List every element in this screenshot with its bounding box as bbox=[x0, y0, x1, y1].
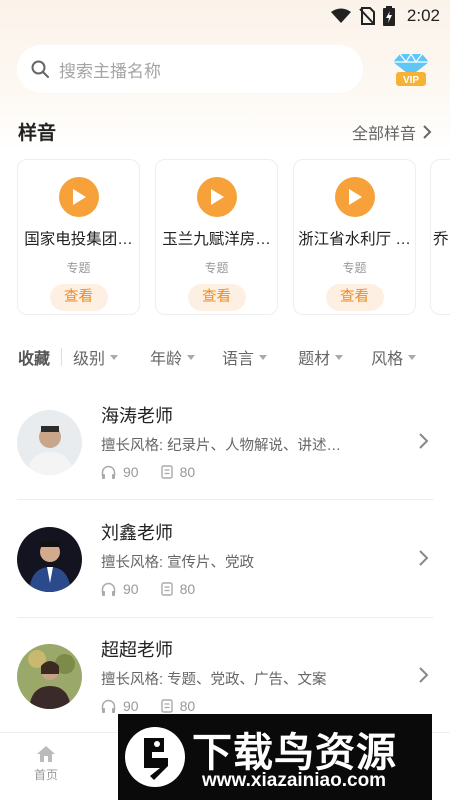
filter-divider bbox=[61, 348, 63, 366]
vip-label: VIP bbox=[403, 75, 419, 86]
view-button[interactable]: 查看 bbox=[187, 284, 246, 311]
home-icon bbox=[37, 746, 55, 762]
list-divider bbox=[17, 617, 434, 618]
filter-age[interactable]: 年龄 bbox=[150, 345, 196, 369]
watermark: 下载鸟资源 www.xiazainiao.com bbox=[118, 714, 432, 800]
caret-down-icon bbox=[408, 354, 417, 360]
list-divider bbox=[17, 499, 434, 500]
samples-title: 样音 bbox=[18, 123, 57, 144]
anchor-stats: 90 80 bbox=[101, 698, 217, 714]
document-icon bbox=[160, 582, 173, 596]
filter-level[interactable]: 级别 bbox=[73, 345, 119, 369]
style-label: 擅长风格: bbox=[101, 672, 164, 688]
caret-down-icon bbox=[335, 354, 344, 360]
listen-count: 90 bbox=[123, 698, 139, 714]
sample-cards: 国家电投集团… 专题 查看 玉兰九赋洋房… 专题 查看 浙江省水利厅 … 专题 … bbox=[17, 159, 450, 315]
filter-label: 语言 bbox=[222, 351, 255, 368]
headphones-icon bbox=[101, 699, 116, 713]
works-count: 80 bbox=[179, 464, 196, 480]
nav-home-label: 首页 bbox=[33, 768, 58, 782]
sample-card[interactable]: 浙江省水利厅 … 专题 查看 bbox=[293, 159, 416, 315]
search-icon bbox=[31, 60, 49, 78]
filter-label: 级别 bbox=[73, 351, 106, 368]
style-value: 专题、党政、广告、文案 bbox=[167, 672, 327, 688]
play-icon[interactable] bbox=[58, 177, 99, 217]
style-value: 纪录片、人物解说、讲述… bbox=[167, 438, 342, 454]
works-count: 80 bbox=[179, 698, 196, 714]
sample-card-name: 乔 bbox=[433, 231, 449, 248]
status-bar: 2:02 bbox=[0, 0, 450, 32]
vip-diamond-icon: VIP bbox=[393, 52, 429, 86]
watermark-url: www.xiazainiao.com bbox=[202, 770, 387, 791]
headphones-icon bbox=[101, 465, 116, 479]
filter-style[interactable]: 风格 bbox=[371, 345, 417, 369]
search-row: 搜索主播名称 VIP bbox=[17, 44, 434, 94]
anchor-style: 擅长风格: 纪录片、人物解说、讲述… bbox=[101, 434, 341, 455]
sample-card-name: 国家电投集团… bbox=[24, 231, 133, 248]
filter-bar: 收藏 级别 年龄 语言 题材 风格 bbox=[18, 345, 432, 369]
chevron-right-icon bbox=[419, 433, 429, 449]
sample-card-tag: 专题 bbox=[342, 261, 367, 275]
wifi-icon bbox=[330, 8, 351, 23]
filter-label: 题材 bbox=[298, 351, 331, 368]
favorites-filter[interactable]: 收藏 bbox=[18, 345, 50, 369]
caret-down-icon bbox=[110, 354, 119, 360]
all-samples-label: 全部样音 bbox=[351, 125, 416, 143]
filter-label: 年龄 bbox=[150, 351, 183, 368]
anchor-stats: 90 80 bbox=[101, 464, 217, 480]
chevron-right-icon bbox=[419, 667, 429, 683]
sample-card-tag: 专题 bbox=[204, 261, 229, 275]
avatar bbox=[17, 527, 82, 592]
listen-count: 90 bbox=[123, 464, 139, 480]
samples-header: 样音 全部样音 bbox=[18, 118, 432, 145]
avatar bbox=[17, 644, 82, 709]
battery-charging-icon bbox=[382, 6, 395, 26]
view-button[interactable]: 查看 bbox=[49, 284, 108, 311]
style-label: 擅长风格: bbox=[101, 438, 164, 454]
filter-topic[interactable]: 题材 bbox=[298, 345, 344, 369]
nav-home[interactable]: 首页 bbox=[28, 745, 64, 783]
anchor-name: 刘鑫老师 bbox=[101, 523, 173, 543]
style-label: 擅长风格: bbox=[101, 555, 164, 571]
caret-down-icon bbox=[259, 354, 268, 360]
sample-card-name: 玉兰九赋洋房… bbox=[162, 231, 271, 248]
document-icon bbox=[160, 699, 173, 713]
anchor-name: 海涛老师 bbox=[101, 406, 173, 426]
vip-button[interactable]: VIP bbox=[392, 50, 430, 90]
works-count: 80 bbox=[179, 581, 196, 597]
play-icon[interactable] bbox=[196, 177, 237, 217]
anchor-name: 超超老师 bbox=[101, 640, 173, 660]
bird-logo-icon bbox=[125, 727, 185, 787]
headphones-icon bbox=[101, 582, 116, 596]
all-samples-link[interactable]: 全部样音 bbox=[352, 120, 432, 144]
view-button[interactable]: 查看 bbox=[325, 284, 384, 311]
caret-down-icon bbox=[187, 354, 196, 360]
filter-label: 风格 bbox=[371, 351, 404, 368]
document-icon bbox=[160, 465, 173, 479]
avatar bbox=[17, 410, 82, 475]
style-value: 宣传片、党政 bbox=[167, 555, 255, 571]
sample-card-name: 浙江省水利厅 … bbox=[298, 231, 411, 248]
anchor-stats: 90 80 bbox=[101, 581, 217, 597]
anchor-style: 擅长风格: 专题、党政、广告、文案 bbox=[101, 668, 327, 689]
chevron-right-icon bbox=[419, 550, 429, 566]
status-time: 2:02 bbox=[406, 6, 440, 25]
sample-card[interactable]: 乔 bbox=[430, 159, 450, 315]
chevron-right-icon bbox=[423, 124, 432, 139]
sample-card[interactable]: 国家电投集团… 专题 查看 bbox=[17, 159, 140, 315]
no-sim-icon bbox=[359, 7, 375, 25]
sample-card[interactable]: 玉兰九赋洋房… 专题 查看 bbox=[155, 159, 278, 315]
search-input[interactable]: 搜索主播名称 bbox=[17, 45, 363, 93]
search-placeholder: 搜索主播名称 bbox=[59, 61, 161, 81]
anchor-style: 擅长风格: 宣传片、党政 bbox=[101, 551, 254, 572]
sample-card-tag: 专题 bbox=[66, 261, 91, 275]
filter-language[interactable]: 语言 bbox=[222, 345, 268, 369]
play-icon[interactable] bbox=[334, 177, 375, 217]
listen-count: 90 bbox=[123, 581, 139, 597]
